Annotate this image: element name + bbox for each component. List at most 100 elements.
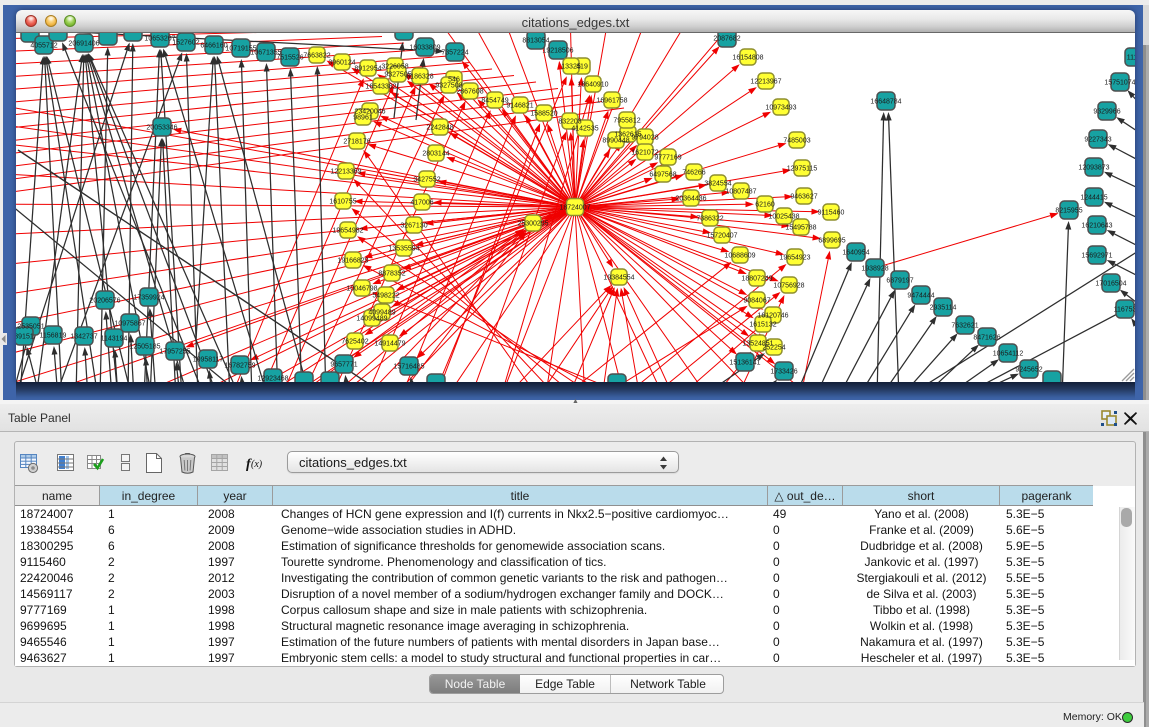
svg-text:9777169: 9777169 bbox=[654, 155, 681, 162]
svg-text:15136141: 15136141 bbox=[729, 360, 760, 367]
svg-text:1588520: 1588520 bbox=[530, 111, 557, 118]
svg-text:10653267: 10653267 bbox=[144, 36, 175, 43]
svg-text:1610755: 1610755 bbox=[329, 199, 356, 206]
svg-text:16033809: 16033809 bbox=[409, 45, 440, 52]
svg-text:(x): (x) bbox=[251, 459, 263, 470]
svg-text:1143194: 1143194 bbox=[101, 336, 128, 343]
svg-text:10654112: 10654112 bbox=[993, 351, 1024, 358]
svg-text:15716485: 15716485 bbox=[393, 364, 424, 371]
svg-text:3824554: 3824554 bbox=[704, 181, 731, 188]
svg-text:12975115: 12975115 bbox=[787, 166, 818, 173]
svg-text:8471626: 8471626 bbox=[973, 335, 1000, 342]
svg-text:18724007: 18724007 bbox=[559, 205, 590, 212]
svg-text:832203: 832203 bbox=[558, 119, 581, 126]
svg-text:3226058: 3226058 bbox=[381, 64, 408, 71]
svg-text:116753: 116753 bbox=[1114, 307, 1135, 314]
svg-text:19384554: 19384554 bbox=[603, 275, 634, 282]
svg-text:16154808: 16154808 bbox=[732, 55, 763, 62]
svg-text:10688609: 10688609 bbox=[724, 253, 755, 260]
svg-text:8186328: 8186328 bbox=[406, 74, 433, 81]
svg-text:10807487: 10807487 bbox=[725, 189, 756, 196]
svg-text:4142535: 4142535 bbox=[571, 126, 598, 133]
svg-text:12213369: 12213369 bbox=[330, 169, 361, 176]
svg-text:252254: 252254 bbox=[762, 345, 785, 352]
svg-text:19654923: 19654923 bbox=[779, 255, 810, 262]
svg-text:8454749: 8454749 bbox=[481, 98, 508, 105]
svg-text:10046798: 10046798 bbox=[346, 286, 377, 293]
svg-text:14914479: 14914479 bbox=[374, 341, 405, 348]
svg-text:25300295: 25300295 bbox=[517, 221, 548, 228]
svg-text:1527602: 1527602 bbox=[172, 40, 199, 47]
svg-text:17016504: 17016504 bbox=[1095, 281, 1126, 288]
svg-text:1733426: 1733426 bbox=[770, 369, 797, 376]
svg-text:10025438: 10025438 bbox=[768, 214, 799, 221]
svg-text:2803144: 2803144 bbox=[422, 151, 449, 158]
svg-text:9084067: 9084067 bbox=[743, 298, 770, 305]
svg-text:15495788: 15495788 bbox=[785, 225, 816, 232]
svg-text:9794028: 9794028 bbox=[631, 135, 658, 142]
svg-text:14099489: 14099489 bbox=[356, 316, 387, 323]
svg-text:8878352: 8878352 bbox=[378, 271, 405, 278]
svg-text:8215955: 8215955 bbox=[1055, 208, 1082, 215]
svg-text:7485003: 7485003 bbox=[783, 138, 810, 145]
svg-text:746266: 746266 bbox=[682, 170, 705, 177]
svg-text:8912954: 8912954 bbox=[354, 66, 381, 73]
svg-text:16120746: 16120746 bbox=[757, 313, 788, 320]
svg-text:7386322: 7386322 bbox=[696, 216, 723, 223]
svg-text:13325: 13325 bbox=[561, 64, 581, 71]
svg-text:1615132: 1615132 bbox=[749, 322, 776, 329]
svg-text:19654982: 19654982 bbox=[332, 228, 363, 235]
svg-text:17359924: 17359924 bbox=[133, 295, 164, 302]
svg-text:16543382: 16543382 bbox=[365, 84, 396, 91]
svg-text:16782759: 16782759 bbox=[224, 363, 255, 370]
svg-text:6899695: 6899695 bbox=[818, 238, 845, 245]
svg-text:7625402: 7625402 bbox=[341, 339, 368, 346]
svg-text:9329966: 9329966 bbox=[1093, 109, 1120, 116]
svg-text:98961: 98961 bbox=[353, 115, 373, 122]
svg-text:1640954: 1640954 bbox=[842, 250, 869, 257]
svg-text:6466160: 6466160 bbox=[200, 43, 227, 50]
svg-text:20206576: 20206576 bbox=[89, 298, 120, 305]
svg-text:9463627: 9463627 bbox=[790, 194, 817, 201]
svg-text:15720407: 15720407 bbox=[706, 233, 737, 240]
svg-text:7632621: 7632621 bbox=[951, 323, 978, 330]
svg-text:7515526: 7515526 bbox=[276, 55, 303, 62]
svg-text:16648784: 16648784 bbox=[870, 99, 901, 106]
svg-text:2242848: 2242848 bbox=[426, 125, 453, 132]
svg-text:3267130: 3267130 bbox=[400, 223, 427, 230]
svg-text:9115460: 9115460 bbox=[818, 210, 845, 217]
svg-text:20053346: 20053346 bbox=[146, 125, 177, 132]
svg-text:9227343: 9227343 bbox=[1084, 137, 1111, 144]
svg-text:9245652: 9245652 bbox=[1015, 367, 1042, 374]
svg-text:5498222: 5498222 bbox=[372, 293, 399, 300]
svg-text:1112: 1112 bbox=[1127, 55, 1135, 62]
svg-text:1342737: 1342737 bbox=[70, 334, 97, 341]
svg-text:8990448: 8990448 bbox=[602, 138, 629, 145]
svg-text:8813054: 8813054 bbox=[522, 38, 549, 45]
svg-text:9657771: 9657771 bbox=[330, 362, 357, 369]
svg-text:9474444: 9474444 bbox=[907, 293, 934, 300]
svg-text:19166829: 19166829 bbox=[337, 258, 368, 265]
svg-text:7955812: 7955812 bbox=[613, 118, 640, 125]
svg-text:3427552: 3427552 bbox=[413, 177, 440, 184]
svg-text:12505185: 12505185 bbox=[129, 344, 160, 351]
svg-text:1156819: 1156819 bbox=[40, 333, 67, 340]
svg-text:16210643: 16210643 bbox=[1081, 223, 1112, 230]
svg-text:2087682: 2087682 bbox=[713, 36, 740, 43]
svg-text:13535594: 13535594 bbox=[388, 246, 419, 253]
svg-text:2535051: 2535051 bbox=[17, 324, 44, 331]
svg-text:12213967: 12213967 bbox=[750, 79, 781, 86]
svg-text:62160: 62160 bbox=[755, 202, 775, 209]
svg-text:12093873: 12093873 bbox=[1078, 165, 1109, 172]
svg-text:2935114: 2935114 bbox=[930, 305, 957, 312]
svg-text:20691406: 20691406 bbox=[68, 41, 99, 48]
svg-text:10973493: 10973493 bbox=[765, 105, 796, 112]
svg-text:15751074: 15751074 bbox=[1104, 80, 1135, 87]
svg-text:7663822: 7663822 bbox=[303, 53, 330, 60]
svg-text:7357224: 7357224 bbox=[441, 50, 468, 57]
svg-text:9146821: 9146821 bbox=[506, 103, 533, 110]
svg-text:18640910: 18640910 bbox=[577, 82, 608, 89]
svg-text:17957255: 17957255 bbox=[159, 349, 190, 356]
svg-text:15692971: 15692971 bbox=[1081, 253, 1112, 260]
svg-text:6497568: 6497568 bbox=[649, 172, 676, 179]
